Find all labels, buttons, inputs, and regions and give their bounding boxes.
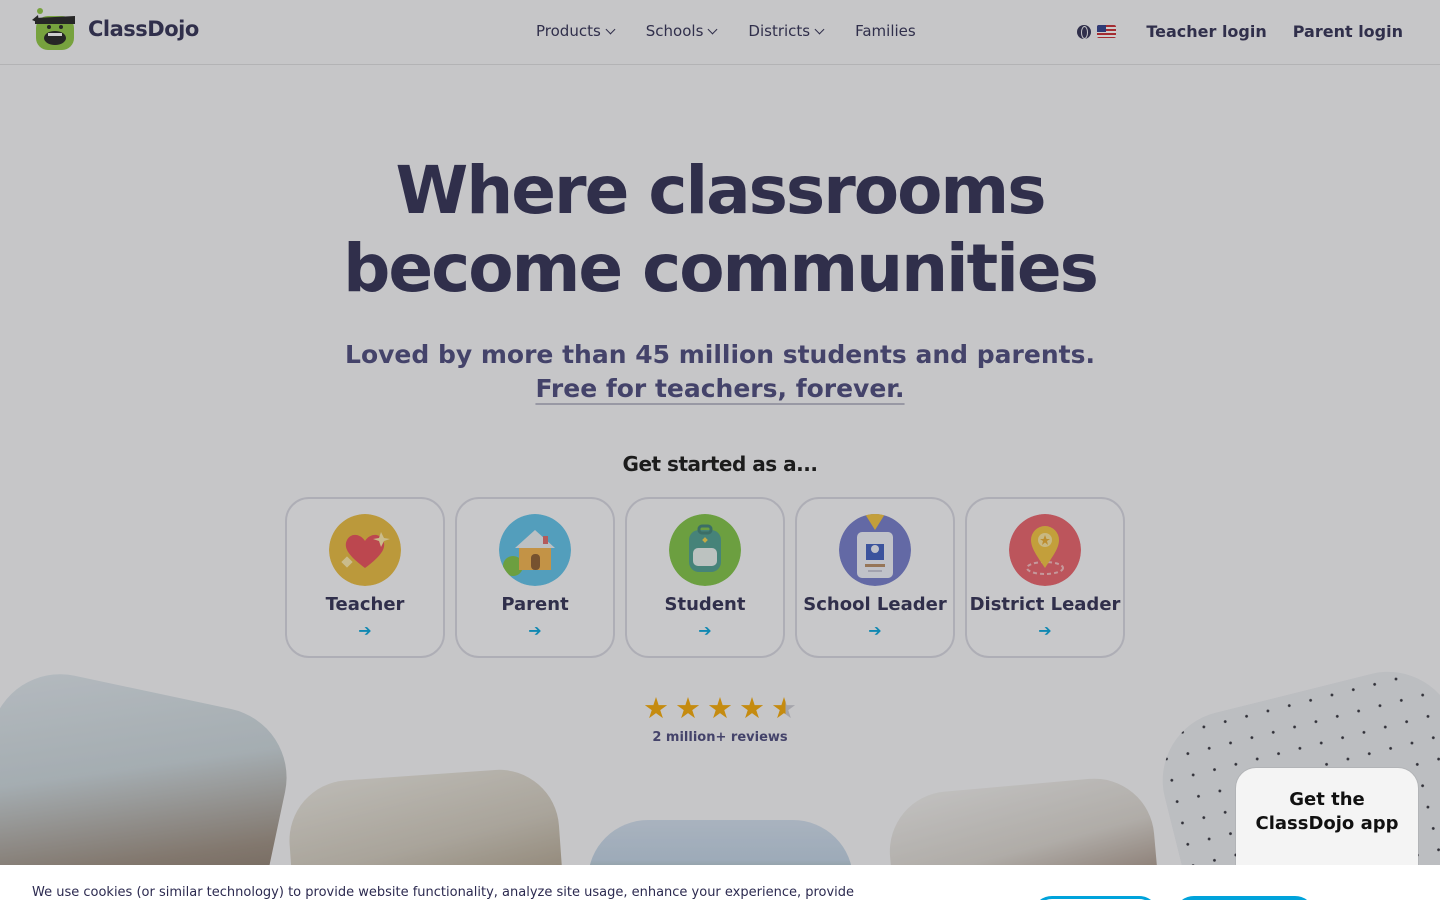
- hero-title-line1: Where classrooms: [395, 152, 1047, 229]
- role-card-student[interactable]: Student ➔: [625, 497, 785, 658]
- id-badge-icon: [839, 514, 911, 586]
- nav-products[interactable]: Products: [536, 22, 616, 40]
- get-app-line2: ClassDojo app: [1255, 813, 1399, 834]
- get-started-heading: Get started as a...: [622, 452, 818, 476]
- role-card-teacher[interactable]: Teacher ➔: [285, 497, 445, 658]
- house-icon: [499, 514, 571, 586]
- backpack-icon: [669, 514, 741, 586]
- star-icon: ★: [643, 691, 669, 725]
- nav-families-label: Families: [855, 22, 916, 40]
- chevron-down-icon: [707, 24, 718, 34]
- account-nav: Teacher login Parent login: [1077, 22, 1403, 41]
- arrow-right-icon: ➔: [528, 621, 542, 640]
- chevron-down-icon: [605, 24, 616, 34]
- nav-schools-label: Schools: [645, 22, 704, 40]
- nav-schools[interactable]: Schools: [645, 22, 718, 40]
- get-app-button[interactable]: Get the ClassDojo app: [1236, 768, 1418, 878]
- map-pin-icon: [1009, 514, 1081, 586]
- cookie-accept-button[interactable]: [1174, 896, 1315, 900]
- arrow-right-icon: ➔: [868, 621, 882, 640]
- nav-products-label: Products: [536, 22, 601, 40]
- role-card-school-leader[interactable]: School Leader ➔: [795, 497, 955, 658]
- hero-title-line2: become communities: [343, 230, 1099, 307]
- star-icon: ★: [739, 691, 765, 725]
- arrow-right-icon: ➔: [358, 621, 372, 640]
- role-parent-label: Parent: [501, 594, 569, 615]
- star-rating: ★ ★ ★ ★ ★: [643, 694, 797, 723]
- role-district-leader-label: District Leader: [969, 594, 1121, 615]
- us-flag-icon: [1097, 25, 1117, 38]
- hero-subtitle-line1: Loved by more than 45 million students a…: [345, 340, 1095, 369]
- role-cards: Teacher ➔ Parent ➔ Student ➔ School Lead…: [285, 497, 1125, 658]
- cookie-settings-button[interactable]: [1032, 896, 1159, 900]
- globe-icon: [1077, 24, 1092, 39]
- role-teacher-label: Teacher: [325, 594, 405, 615]
- language-selector[interactable]: [1077, 24, 1117, 39]
- star-icon: ★: [707, 691, 733, 725]
- brand-name: ClassDojo: [88, 17, 199, 41]
- page: ClassDojo Products Schools Districts Fam…: [0, 0, 1440, 900]
- heart-icon: [329, 514, 401, 586]
- free-for-teachers-link[interactable]: Free for teachers, forever.: [535, 374, 904, 403]
- nav-districts-label: Districts: [748, 22, 811, 40]
- hero-subtitle: Loved by more than 45 million students a…: [0, 338, 1440, 406]
- hero-title: Where classrooms become communities: [0, 152, 1440, 308]
- nav-districts[interactable]: Districts: [748, 22, 825, 40]
- nav-families[interactable]: Families: [855, 22, 916, 40]
- cookie-text: We use cookies (or similar technology) t…: [32, 885, 855, 900]
- role-school-leader-label: School Leader: [803, 594, 947, 615]
- classdojo-logo[interactable]: ClassDojo: [32, 6, 199, 52]
- parent-login-link[interactable]: Parent login: [1293, 22, 1403, 41]
- star-icon: ★: [675, 691, 701, 725]
- half-star-icon: ★: [771, 691, 797, 725]
- role-card-parent[interactable]: Parent ➔: [455, 497, 615, 658]
- main-nav: Products Schools Districts Families: [536, 22, 916, 40]
- get-app-line1: Get the: [1289, 789, 1365, 810]
- arrow-right-icon: ➔: [698, 621, 712, 640]
- teacher-login-link[interactable]: Teacher login: [1146, 22, 1266, 41]
- role-card-district-leader[interactable]: District Leader ➔: [965, 497, 1125, 658]
- arrow-right-icon: ➔: [1038, 621, 1052, 640]
- dojo-monster-icon: [32, 8, 75, 50]
- chevron-down-icon: [814, 24, 825, 34]
- cookie-banner: We use cookies (or similar technology) t…: [0, 865, 1440, 900]
- site-header: ClassDojo Products Schools Districts Fam…: [0, 0, 1440, 65]
- role-student-label: Student: [664, 594, 746, 615]
